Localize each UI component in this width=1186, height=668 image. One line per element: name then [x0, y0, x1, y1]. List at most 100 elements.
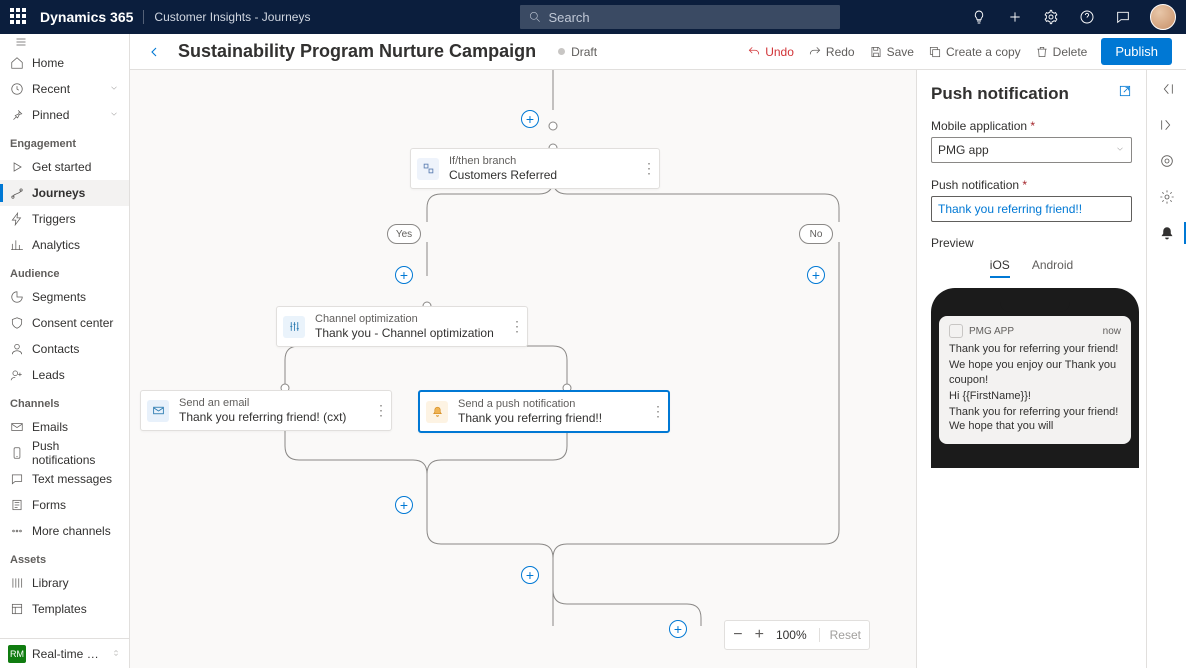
rail-bell-icon[interactable]: [1158, 224, 1176, 242]
page-title: Sustainability Program Nurture Campaign: [178, 41, 536, 62]
zoom-reset-button[interactable]: Reset: [819, 628, 861, 642]
app-icon: [949, 324, 963, 338]
help-icon[interactable]: [1078, 8, 1096, 26]
phone-preview: PMG APPnow Thank you for referring your …: [931, 288, 1139, 468]
node-menu-button[interactable]: ⋮: [507, 318, 527, 335]
nav-forms[interactable]: Forms: [0, 492, 129, 518]
user-avatar[interactable]: [1150, 4, 1176, 30]
environment-switcher[interactable]: RM Real-time marketi...: [0, 638, 129, 668]
branch-yes-pill[interactable]: Yes: [387, 224, 421, 244]
nav-analytics[interactable]: Analytics: [0, 232, 129, 258]
add-node-button[interactable]: +: [395, 266, 413, 284]
create-copy-button[interactable]: Create a copy: [928, 45, 1021, 59]
library-icon: [10, 576, 24, 590]
undo-button[interactable]: Undo: [747, 45, 794, 59]
zoom-level: 100%: [776, 628, 807, 642]
lightbulb-icon[interactable]: [970, 8, 988, 26]
chevron-down-icon: [109, 82, 119, 96]
save-button[interactable]: Save: [869, 45, 914, 59]
push-notif-input[interactable]: Thank you referring friend!!: [931, 196, 1132, 222]
person-icon: [10, 342, 24, 356]
main-area: Sustainability Program Nurture Campaign …: [130, 34, 1186, 668]
status-badge: Draft: [558, 45, 597, 59]
node-menu-button[interactable]: ⋮: [648, 403, 668, 420]
nav-emails[interactable]: Emails: [0, 414, 129, 440]
add-node-button[interactable]: +: [521, 566, 539, 584]
add-node-button[interactable]: +: [521, 110, 539, 128]
back-button[interactable]: [144, 42, 164, 62]
nav-home[interactable]: Home: [0, 50, 129, 76]
sms-icon: [10, 472, 24, 486]
publish-button[interactable]: Publish: [1101, 38, 1172, 65]
zoom-out-button[interactable]: −: [733, 626, 742, 644]
template-icon: [10, 602, 24, 616]
delete-button[interactable]: Delete: [1035, 45, 1088, 59]
properties-panel: Push notification Mobile application * P…: [916, 70, 1146, 668]
form-icon: [10, 498, 24, 512]
collapse-nav-button[interactable]: [0, 34, 129, 50]
add-node-button[interactable]: +: [807, 266, 825, 284]
node-email[interactable]: Send an emailThank you referring friend!…: [140, 390, 392, 431]
command-bar: Sustainability Program Nurture Campaign …: [130, 34, 1186, 70]
app-launcher[interactable]: [10, 8, 28, 26]
bolt-icon: [10, 212, 24, 226]
optimization-icon: [283, 316, 305, 338]
panel-title: Push notification: [931, 84, 1132, 104]
zoom-in-button[interactable]: +: [755, 626, 764, 644]
pie-icon: [10, 290, 24, 304]
node-menu-button[interactable]: ⋮: [371, 402, 391, 419]
mobile-app-label: Mobile application *: [931, 119, 1035, 133]
journey-canvas[interactable]: + If/then branchCustomers Referred ⋮ Yes…: [130, 70, 916, 668]
nav-templates[interactable]: Templates: [0, 596, 129, 622]
nav-leads[interactable]: Leads: [0, 362, 129, 388]
rail-target-icon[interactable]: [1158, 152, 1176, 170]
nav-pinned[interactable]: Pinned: [0, 102, 129, 128]
rail-expand-icon[interactable]: [1158, 80, 1176, 98]
nav-triggers[interactable]: Triggers: [0, 206, 129, 232]
node-menu-button[interactable]: ⋮: [639, 160, 659, 177]
chat-icon[interactable]: [1114, 8, 1132, 26]
node-ifthen[interactable]: If/then branchCustomers Referred ⋮: [410, 148, 660, 189]
rail-gear-icon[interactable]: [1158, 188, 1176, 206]
bell-icon: [426, 401, 448, 423]
nav-get-started[interactable]: Get started: [0, 154, 129, 180]
nav-header-assets: Assets: [0, 544, 129, 570]
tab-android[interactable]: Android: [1032, 258, 1073, 278]
updown-icon: [111, 647, 121, 661]
nav-header-channels: Channels: [0, 388, 129, 414]
product-name[interactable]: Dynamics 365: [40, 9, 133, 25]
add-node-button[interactable]: +: [669, 620, 687, 638]
nav-contacts[interactable]: Contacts: [0, 336, 129, 362]
node-channel-optimization[interactable]: Channel optimizationThank you - Channel …: [276, 306, 528, 347]
nav-journeys[interactable]: Journeys: [0, 180, 129, 206]
journey-icon: [10, 186, 24, 200]
mobile-app-select[interactable]: PMG app: [931, 137, 1132, 163]
nav-header-engagement: Engagement: [0, 128, 129, 154]
nav-push[interactable]: Push notifications: [0, 440, 129, 466]
redo-button[interactable]: Redo: [808, 45, 855, 59]
mail-icon: [10, 420, 24, 434]
gear-icon[interactable]: [1042, 8, 1060, 26]
nav-segments[interactable]: Segments: [0, 284, 129, 310]
rail-exit-icon[interactable]: [1158, 116, 1176, 134]
chevron-down-icon: [1115, 143, 1125, 157]
zoom-controls: − + 100% Reset: [724, 620, 870, 650]
mail-icon: [147, 400, 169, 422]
nav-consent[interactable]: Consent center: [0, 310, 129, 336]
plus-icon[interactable]: [1006, 8, 1024, 26]
search-input[interactable]: Search: [520, 5, 840, 29]
env-badge: RM: [8, 645, 26, 663]
node-push[interactable]: Send a push notificationThank you referr…: [418, 390, 670, 433]
header-actions: [970, 4, 1176, 30]
product-area[interactable]: Customer Insights - Journeys: [143, 10, 310, 24]
tab-ios[interactable]: iOS: [990, 258, 1010, 278]
left-nav: Home Recent Pinned Engagement Get starte…: [0, 34, 130, 668]
nav-recent[interactable]: Recent: [0, 76, 129, 102]
nav-more-channels[interactable]: More channels: [0, 518, 129, 544]
global-header: Dynamics 365 Customer Insights - Journey…: [0, 0, 1186, 34]
branch-no-pill[interactable]: No: [799, 224, 833, 244]
nav-text[interactable]: Text messages: [0, 466, 129, 492]
add-node-button[interactable]: +: [395, 496, 413, 514]
nav-library[interactable]: Library: [0, 570, 129, 596]
popout-icon[interactable]: [1118, 84, 1132, 101]
